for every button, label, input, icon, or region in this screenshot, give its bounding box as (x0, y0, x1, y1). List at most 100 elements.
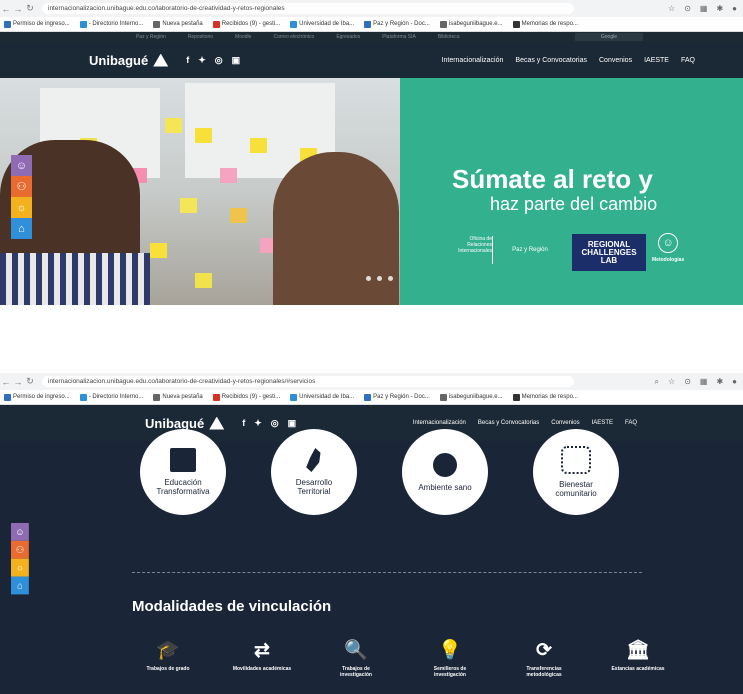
forward-icon[interactable]: → (12, 377, 24, 387)
bulb-icon: 💡 (438, 640, 462, 661)
service-book[interactable]: Educación Transformativa (140, 429, 226, 515)
graduate-icon[interactable]: ⌂ (11, 218, 32, 239)
facebook-icon[interactable]: f (186, 55, 189, 66)
utility-link[interactable]: Repositorio (188, 34, 213, 40)
utility-link[interactable]: Paz y Región (136, 34, 166, 40)
services-section: Educación Transformativa Desarrollo Terri… (0, 429, 743, 694)
bookmark-item[interactable]: - Directorio Interno... (79, 20, 143, 28)
modalidad-item[interactable]: ⟳ Transferencias metodológicas (514, 641, 574, 679)
graduate-icon[interactable]: ⌂ (11, 576, 29, 595)
bookmark-favicon-icon (212, 20, 220, 28)
bookmark-item[interactable]: Memorias de respo... (512, 20, 578, 28)
bookmark-item[interactable]: isabeguniibague.e... (439, 20, 503, 28)
instagram-icon[interactable]: ◎ (215, 55, 223, 66)
bulb-icon[interactable]: ☼ (11, 558, 29, 577)
menu-item[interactable]: IAESTE (592, 420, 613, 426)
bookmark-item[interactable]: Universidad de Iba... (290, 20, 354, 28)
institution-icon: 🏛 (625, 640, 651, 661)
utility-link[interactable]: Egresados (336, 34, 360, 40)
twitter-icon[interactable]: ✦ (254, 418, 262, 429)
modalidad-item[interactable]: 🔍 Trabajos de investigación (326, 641, 386, 679)
main-navigation: Unibagué f ✦ ◎ ▣ Internacionalización Bec… (0, 405, 743, 441)
bookmark-item[interactable]: Universidad de Iba... (290, 393, 354, 401)
utility-link[interactable]: Biblioteca (438, 34, 460, 40)
zoom-icon[interactable]: ⌕ (655, 377, 659, 387)
brand-logo[interactable]: Unibagué (89, 53, 169, 68)
modalidad-item[interactable]: ⇄ Movilidades académicas (232, 641, 292, 678)
menu-item[interactable]: Convenios (599, 57, 632, 64)
instagram-icon[interactable]: ◎ (271, 418, 279, 429)
bookmark-favicon-icon (4, 20, 11, 28)
utility-bar: Paz y Región Repositorio Moodle Correo elec… (0, 32, 743, 42)
facebook-icon[interactable]: f (242, 418, 245, 429)
utility-link[interactable]: Plataforma SIA (382, 34, 416, 40)
bookmark-item[interactable]: Paz y Región - Doc... (364, 20, 430, 28)
puzzle-icon[interactable]: ✱ (716, 4, 723, 13)
bookmark-item[interactable]: Memorias de respo... (512, 393, 578, 401)
bookmark-item[interactable]: Nueva pestaña (153, 393, 203, 401)
bookmark-item[interactable]: Permiso de ingreso... (4, 393, 70, 401)
address-bar[interactable]: internacionalizacion.unibague.edu.co/lab… (42, 376, 574, 387)
bookmark-favicon-icon (439, 20, 447, 28)
bookmark-item[interactable]: Paz y Región - Doc... (364, 393, 430, 401)
service-globe-hands[interactable]: Ambiente sano (402, 429, 488, 515)
metodologias-link[interactable]: ☺ Metodologías (652, 233, 684, 263)
modalidad-item[interactable]: 🏛 Estancias académicas (608, 641, 668, 678)
address-bar[interactable]: internacionalizacion.unibague.edu.co/lab… (42, 3, 574, 14)
triangle-logo-icon (209, 416, 225, 430)
modalidad-item[interactable]: 🎓 Trabajos de grado (138, 641, 198, 678)
menu-item[interactable]: Internacionalización (413, 420, 466, 426)
profile-icon[interactable]: ● (732, 4, 737, 13)
service-community[interactable]: Bienestar comunitario (533, 429, 619, 515)
head-icon[interactable]: ☺ (11, 523, 29, 541)
head-icon[interactable]: ☺ (11, 155, 32, 176)
bookmark-favicon-icon (153, 393, 161, 401)
menu-item[interactable]: Becas y Convocatorias (478, 420, 539, 426)
youtube-icon[interactable]: ▣ (232, 55, 241, 66)
menu-item[interactable]: Convenios (551, 420, 579, 426)
reload-icon[interactable]: ↻ (24, 376, 36, 387)
star-icon[interactable]: ☆ (668, 4, 675, 13)
screenshot-bottom: ← → ↻ internacionalizacion.unibague.edu.… (0, 373, 743, 694)
menu-item[interactable]: Internacionalización (442, 57, 504, 64)
hero-photo (0, 78, 400, 305)
service-circles: Educación Transformativa Desarrollo Terri… (140, 429, 619, 515)
bookmark-item[interactable]: Nueva pestaña (153, 20, 203, 28)
twitter-icon[interactable]: ✦ (198, 55, 206, 66)
grid-icon[interactable]: ▦ (700, 377, 708, 387)
bulb-icon[interactable]: ☼ (11, 197, 32, 218)
carousel-dots[interactable] (366, 276, 393, 281)
bookmark-item[interactable]: Permiso de ingreso... (4, 20, 70, 28)
forward-icon[interactable]: → (12, 4, 24, 14)
reload-icon[interactable]: ↻ (24, 3, 36, 14)
back-icon[interactable]: ← (0, 377, 12, 387)
extension-icon[interactable]: ⊙ (684, 4, 691, 13)
bookmark-item[interactable]: - Directorio Interno... (79, 393, 143, 401)
modalidades-list: 🎓 Trabajos de grado ⇄ Movilidades académica… (138, 640, 668, 679)
menu-item[interactable]: FAQ (681, 57, 695, 64)
bookmark-item[interactable]: Recibidos (9) - gesti... (212, 20, 280, 28)
puzzle-icon[interactable]: ✱ (716, 377, 723, 387)
utility-link[interactable]: Correo electrónico (273, 34, 314, 40)
utility-link[interactable]: Moodle (235, 34, 251, 40)
hands-icon[interactable]: ⚇ (11, 176, 32, 197)
google-search-input[interactable]: Google (574, 33, 643, 41)
menu-item[interactable]: Becas y Convocatorias (515, 57, 587, 64)
grid-icon[interactable]: ▦ (700, 4, 708, 13)
back-icon[interactable]: ← (0, 4, 12, 14)
modalidad-item[interactable]: 💡 Semilleros de investigación (420, 640, 480, 679)
youtube-icon[interactable]: ▣ (288, 418, 297, 429)
extension-icon[interactable]: ⊙ (684, 377, 691, 387)
side-tabs: ☺ ⚇ ☼ ⌂ (11, 523, 29, 595)
globe-hands-icon (433, 452, 457, 477)
bookmark-item[interactable]: Recibidos (9) - gesti... (212, 393, 280, 401)
profile-icon[interactable]: ● (732, 377, 737, 387)
menu-item[interactable]: IAESTE (644, 57, 669, 64)
bookmark-item[interactable]: isabeguniibague.e... (439, 393, 503, 401)
bookmark-favicon-icon (79, 20, 87, 28)
hands-icon[interactable]: ⚇ (11, 540, 29, 559)
star-icon[interactable]: ☆ (668, 377, 675, 387)
bookmark-favicon-icon (439, 393, 447, 401)
service-map[interactable]: Desarrollo Territorial (271, 429, 357, 515)
menu-item[interactable]: FAQ (625, 420, 637, 426)
